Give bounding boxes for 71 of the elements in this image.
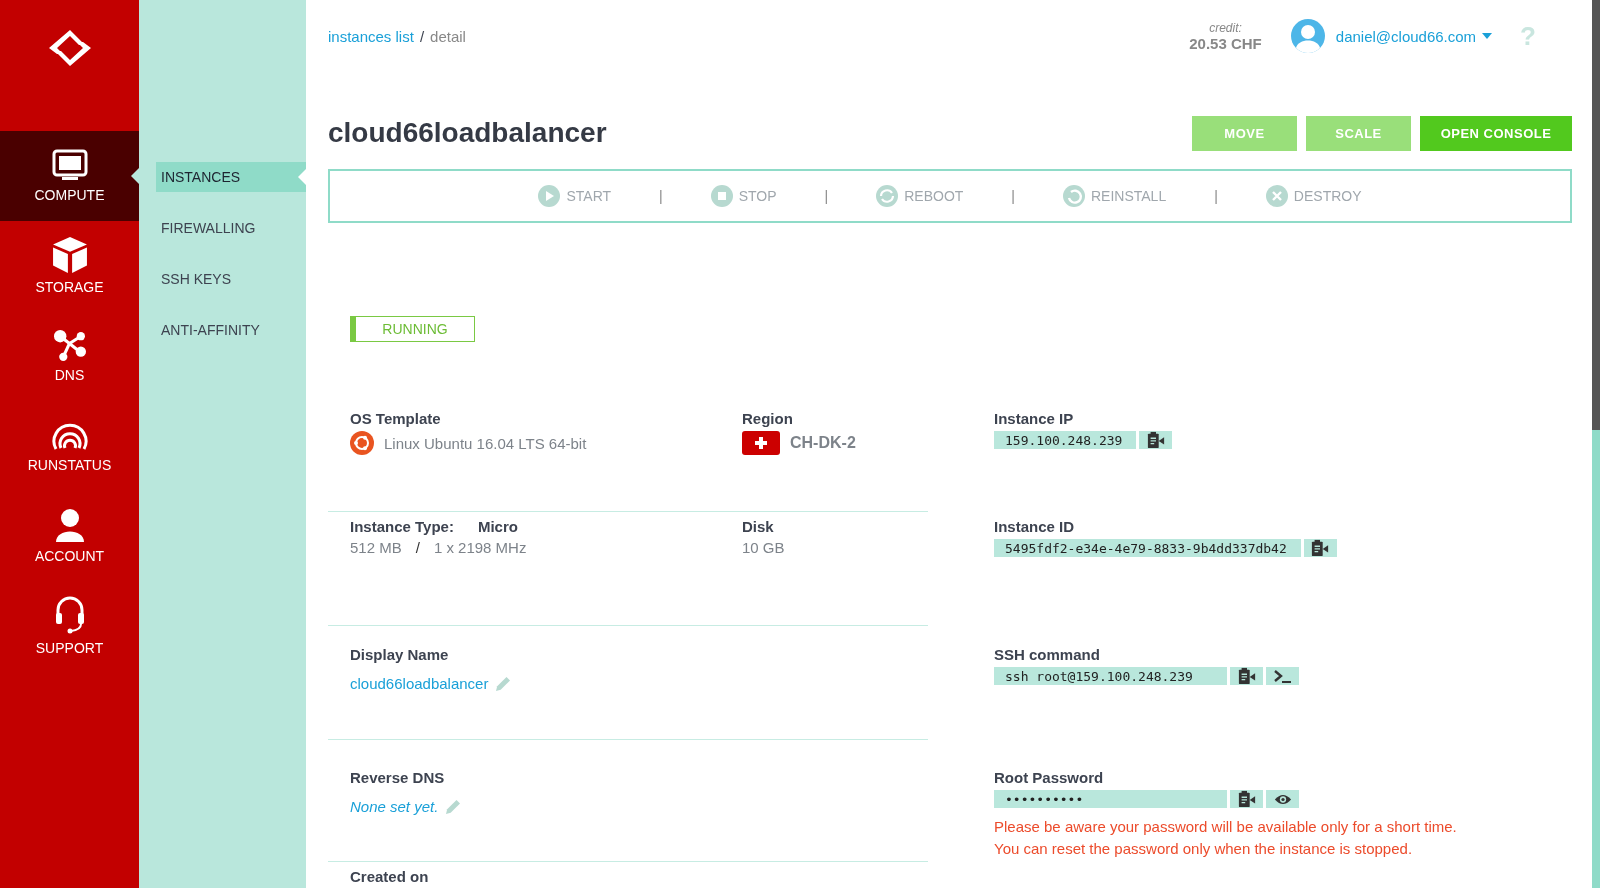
separator: | <box>1011 188 1015 204</box>
copy-button[interactable] <box>1230 667 1263 685</box>
monitor-icon <box>51 149 88 181</box>
field-value: Micro <box>477 518 518 535</box>
separator: / <box>415 539 420 556</box>
sidebar-item[interactable]: SUPPORT <box>0 581 139 671</box>
ubuntu-icon <box>350 431 374 455</box>
clipboard-icon <box>1146 431 1165 449</box>
copy-field[interactable]: ssh root@159.100.248.239 <box>994 667 1227 685</box>
play-icon <box>538 185 561 207</box>
field-label: Created on <box>350 868 430 885</box>
sidebar-item[interactable]: ACCOUNT <box>0 491 139 581</box>
sidebar-item[interactable]: STORAGE <box>0 221 139 311</box>
subnav-item[interactable]: SSH KEYS <box>156 264 306 294</box>
clipboard-icon <box>1237 667 1256 685</box>
field-label: Disk <box>742 518 775 535</box>
warning-text: Please be aware your password will be available only for a short time. <box>994 817 1457 837</box>
eye-icon <box>1273 793 1292 805</box>
password-field[interactable]: •••••••••• <box>994 790 1227 808</box>
field-label: Instance Type: <box>350 518 454 535</box>
status-badge: RUNNING <box>350 316 475 342</box>
swiss-flag-icon <box>742 431 780 455</box>
field-label: Root Password <box>994 769 1104 786</box>
credit-label: credit: <box>1209 20 1242 35</box>
field-label: Region <box>742 410 794 427</box>
separator: | <box>1214 188 1218 204</box>
memory-value: 512 MB <box>350 539 402 556</box>
field-label: SSH command <box>994 646 1100 663</box>
subnav-item[interactable]: INSTANCES <box>156 162 306 192</box>
separator: | <box>659 188 663 204</box>
copy-button[interactable] <box>1230 790 1263 808</box>
clipboard-icon <box>1237 790 1256 808</box>
headset-icon <box>54 596 85 634</box>
field-label: Display Name <box>350 646 450 663</box>
subnav-item[interactable]: ANTI-AFFINITY <box>156 315 306 345</box>
selection-pointer <box>298 169 306 185</box>
separator: | <box>824 188 829 204</box>
copy-button[interactable] <box>1139 431 1173 449</box>
copy-field[interactable]: 5495fdf2-e34e-4e79-8833-9b4dd337db42 <box>994 539 1301 557</box>
breadcrumb-current: detail <box>430 27 466 45</box>
field-label: Instance ID <box>994 518 1075 535</box>
cube-icon <box>52 237 87 273</box>
terminal-icon <box>1273 669 1292 683</box>
show-password-button[interactable] <box>1266 790 1299 808</box>
field-label: Reverse DNS <box>350 769 446 786</box>
credit-amount: 20.53 CHF <box>1189 34 1262 52</box>
field-label: Instance IP <box>994 410 1074 427</box>
field-value: 10 GB <box>742 539 786 556</box>
refresh-icon <box>876 185 899 207</box>
field-label: OS Template <box>350 410 442 427</box>
page-title: cloud66loadbalancer <box>328 117 607 149</box>
warning-text: You can reset the password only when the instance is stopped. <box>994 839 1413 859</box>
field-value: CH-DK-2 <box>790 434 856 452</box>
subnav-item[interactable]: FIREWALLING <box>156 213 306 243</box>
breadcrumb-separator: / <box>419 27 425 45</box>
sidebar-item[interactable]: DNS <box>0 311 139 401</box>
field-value: Linux Ubuntu 16.04 LTS 64-bit <box>384 434 587 452</box>
undo-icon <box>1063 185 1085 207</box>
sidebar-item[interactable]: COMPUTE <box>0 131 139 221</box>
avatar-icon <box>1289 18 1326 54</box>
close-icon <box>1265 185 1288 207</box>
copy-button[interactable] <box>1303 539 1337 557</box>
caret-icon <box>1482 33 1493 39</box>
stop-icon <box>710 185 733 207</box>
copy-field[interactable]: 159.100.248.239 <box>994 431 1137 449</box>
person-icon <box>53 508 86 542</box>
sidebar-item[interactable]: RUNSTATUS <box>0 401 139 491</box>
terminal-button[interactable] <box>1266 667 1299 685</box>
nodes-icon <box>53 329 86 361</box>
clipboard-icon <box>1311 539 1330 557</box>
cpu-value: 1 x 2198 MHz <box>433 539 527 556</box>
